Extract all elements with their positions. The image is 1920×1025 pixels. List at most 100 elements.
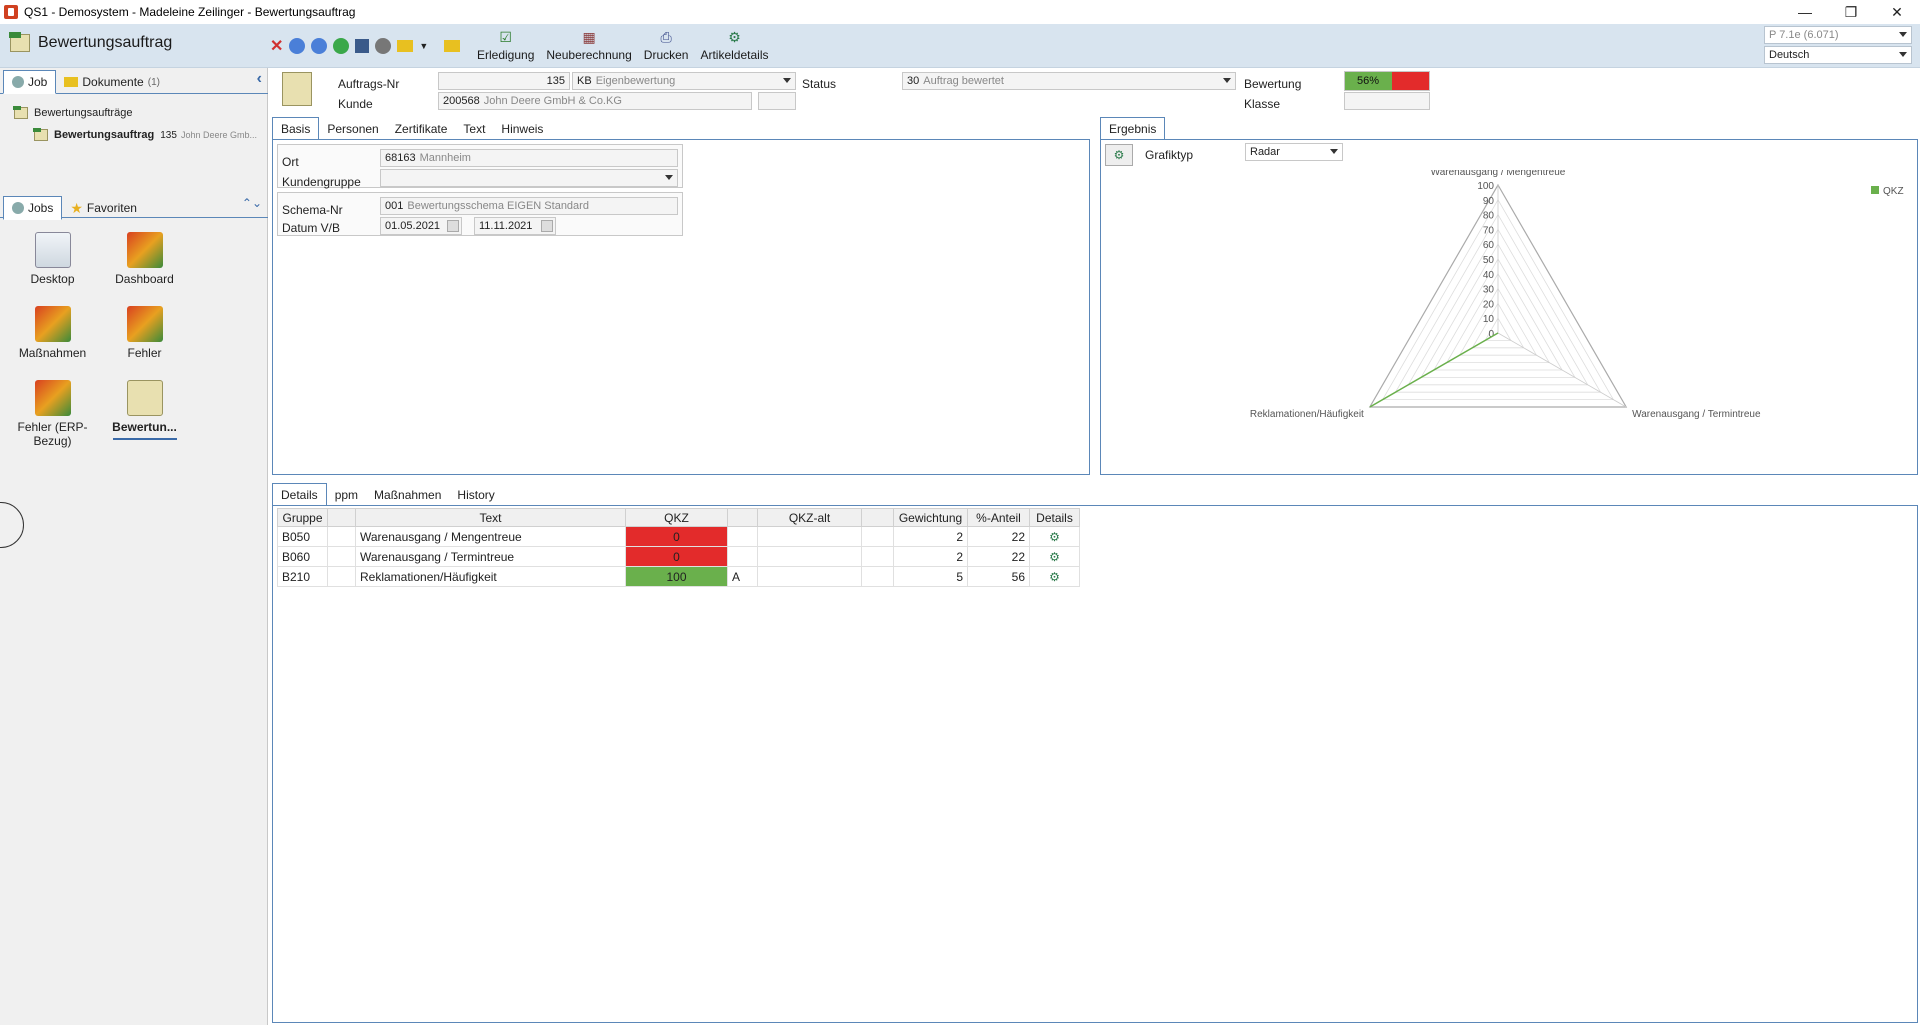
status-select[interactable]: 30 Auftrag bewertet: [902, 72, 1236, 90]
module-title: Bewertungsauftrag: [9, 32, 172, 52]
grafiktyp-select[interactable]: Radar: [1245, 143, 1343, 161]
neuberechnung-button[interactable]: ▦ Neuberechnung: [544, 28, 633, 63]
cell-gruppe: B210: [277, 566, 328, 587]
ergebnis-panel: ⚙ Grafiktyp Radar 100 90 80 70 60 50 40 30 20 10 0…: [1100, 139, 1918, 475]
col-gewichtung[interactable]: Gewichtung: [893, 508, 968, 527]
tree-child-sub: John Deere Gmb...: [180, 130, 257, 140]
erledigung-button[interactable]: ☑ Erledigung: [475, 28, 536, 63]
table-row[interactable]: B060 Warenausgang / Termintreue 0 2 22 ⚙: [277, 546, 1080, 567]
details-tool-icon[interactable]: ⚙: [1029, 546, 1080, 567]
tab-history[interactable]: History: [449, 484, 502, 506]
tab-personen[interactable]: Personen: [319, 118, 386, 140]
job-desktop[interactable]: Desktop: [10, 232, 95, 286]
delete-icon[interactable]: ✕: [270, 36, 283, 56]
tree-child[interactable]: Bewertungsauftrag 135 John Deere Gmb...: [33, 124, 257, 146]
job-dashboard[interactable]: Dashboard: [102, 232, 187, 286]
restore-button[interactable]: ❐: [1828, 0, 1874, 24]
tab-hinweis[interactable]: Hinweis: [493, 118, 551, 140]
radar-tick-label: 60: [1483, 240, 1495, 251]
job-massnahmen[interactable]: Maßnahmen: [10, 306, 95, 360]
table-row[interactable]: B210 Reklamationen/Häufigkeit 100 A 5 56…: [277, 566, 1080, 587]
cell-blank: [861, 526, 894, 547]
klasse-field[interactable]: [1344, 92, 1430, 110]
chevron-down-icon[interactable]: ▼: [419, 41, 428, 51]
kundengruppe-select[interactable]: [380, 169, 678, 187]
tab-details[interactable]: Details: [272, 483, 327, 507]
close-window-button[interactable]: ✕: [1874, 0, 1920, 24]
tag-icon[interactable]: [397, 40, 414, 52]
printer-icon: ⎙: [660, 28, 672, 45]
tab-ergebnis[interactable]: Ergebnis: [1100, 117, 1166, 141]
radar-tick-label: 80: [1483, 211, 1495, 222]
save-icon[interactable]: [355, 39, 370, 53]
kunde-num: 200568: [443, 95, 480, 107]
version-select[interactable]: P 7.1e (6.071): [1764, 26, 1912, 44]
grafik-button[interactable]: ⚙: [1105, 144, 1133, 166]
col-gruppe[interactable]: Gruppe: [277, 508, 328, 527]
tab-text[interactable]: Text: [455, 118, 493, 140]
tab-basis[interactable]: Basis: [272, 117, 320, 141]
ort-field[interactable]: 68163 Mannheim: [380, 149, 678, 167]
artikeldetails-button[interactable]: ⚙ Artikeldetails: [698, 28, 770, 63]
kunde-name: John Deere GmbH & Co.KG: [483, 95, 622, 107]
drucken-button[interactable]: ⎙ Drucken: [642, 28, 691, 63]
expand-collapse-icon[interactable]: ⌃⌄: [242, 196, 262, 210]
job-fehler-erp-label: Fehler (ERP-Bezug): [17, 420, 88, 448]
job-fehler[interactable]: Fehler: [102, 306, 187, 360]
ort-name: Mannheim: [419, 152, 471, 164]
tab-dokumente-label: Dokumente: [82, 75, 144, 89]
auftrag-field[interactable]: 135: [438, 72, 570, 90]
kunde-extra-field[interactable]: [758, 92, 796, 110]
col-qkz[interactable]: QKZ: [625, 508, 728, 527]
tree-root[interactable]: Bewertungsaufträge: [13, 102, 257, 124]
bewertung-icon: [126, 380, 163, 416]
col-blank-2[interactable]: [727, 508, 758, 527]
language-select[interactable]: Deutsch: [1764, 46, 1912, 64]
tab-job[interactable]: Job: [3, 70, 57, 94]
col-blank-3[interactable]: [861, 508, 894, 527]
kb-select[interactable]: KB Eigenbewertung: [572, 72, 796, 90]
col-details[interactable]: Details: [1029, 508, 1080, 527]
settings-icon[interactable]: [375, 38, 392, 54]
grafiktyp-label: Grafiktyp: [1145, 148, 1194, 162]
details-table: Gruppe Text QKZ QKZ-alt Gewichtung %-Ant…: [277, 508, 1080, 587]
tab-zertifikate[interactable]: Zertifikate: [387, 118, 456, 140]
collapse-icon[interactable]: ‹: [257, 70, 262, 88]
schema-field[interactable]: 001 Bewertungsschema EIGEN Standard: [380, 197, 678, 215]
table-row[interactable]: B050 Warenausgang / Mengentreue 0 2 22 ⚙: [277, 526, 1080, 547]
back-icon[interactable]: [289, 38, 306, 54]
kunde-field[interactable]: 200568 John Deere GmbH & Co.KG: [438, 92, 752, 110]
tab-ppm[interactable]: ppm: [327, 484, 366, 506]
tab-jobs[interactable]: Jobs: [3, 196, 63, 220]
tab-massnahmen[interactable]: Maßnahmen: [366, 484, 449, 506]
kundengruppe-label: Kundengruppe: [282, 175, 361, 189]
forward-icon[interactable]: [311, 38, 328, 54]
refresh-icon[interactable]: [333, 38, 350, 54]
calendar-icon[interactable]: [447, 220, 459, 232]
col-qkz-alt[interactable]: QKZ-alt: [757, 508, 862, 527]
tab-favoriten[interactable]: ★ Favoriten: [62, 196, 145, 220]
cell-anteil: 22: [967, 526, 1030, 547]
minimize-button[interactable]: —: [1782, 0, 1828, 24]
folder-icon[interactable]: [444, 40, 461, 52]
job-fehler-erp[interactable]: Fehler (ERP-Bezug): [10, 380, 95, 448]
col-anteil[interactable]: %-Anteil: [967, 508, 1030, 527]
basis-panel: Ort 68163 Mannheim Kundengruppe Schema-N…: [272, 139, 1090, 475]
scroll-handle[interactable]: [0, 502, 24, 548]
user-icon: [12, 76, 24, 88]
job-bewertung[interactable]: Bewertun...: [102, 380, 187, 440]
col-text[interactable]: Text: [355, 508, 626, 527]
details-tool-icon[interactable]: ⚙: [1029, 526, 1080, 547]
details-tool-icon[interactable]: ⚙: [1029, 566, 1080, 587]
datum-von-field[interactable]: 01.05.2021: [380, 217, 462, 235]
col-blank-1[interactable]: [327, 508, 356, 527]
basis-tabs: Basis Personen Zertifikate Text Hinweis: [272, 117, 551, 141]
cell-gewichtung: 5: [893, 566, 968, 587]
datum-bis-field[interactable]: 11.11.2021: [474, 217, 556, 235]
tab-dokumente[interactable]: Dokumente (1): [56, 70, 168, 94]
drucken-label: Drucken: [643, 48, 689, 62]
cell-qkz-alt: [757, 566, 862, 587]
calendar-icon[interactable]: [541, 220, 553, 232]
bewertung-bar: 56%: [1344, 71, 1430, 91]
cell-gruppe: B060: [277, 546, 328, 567]
